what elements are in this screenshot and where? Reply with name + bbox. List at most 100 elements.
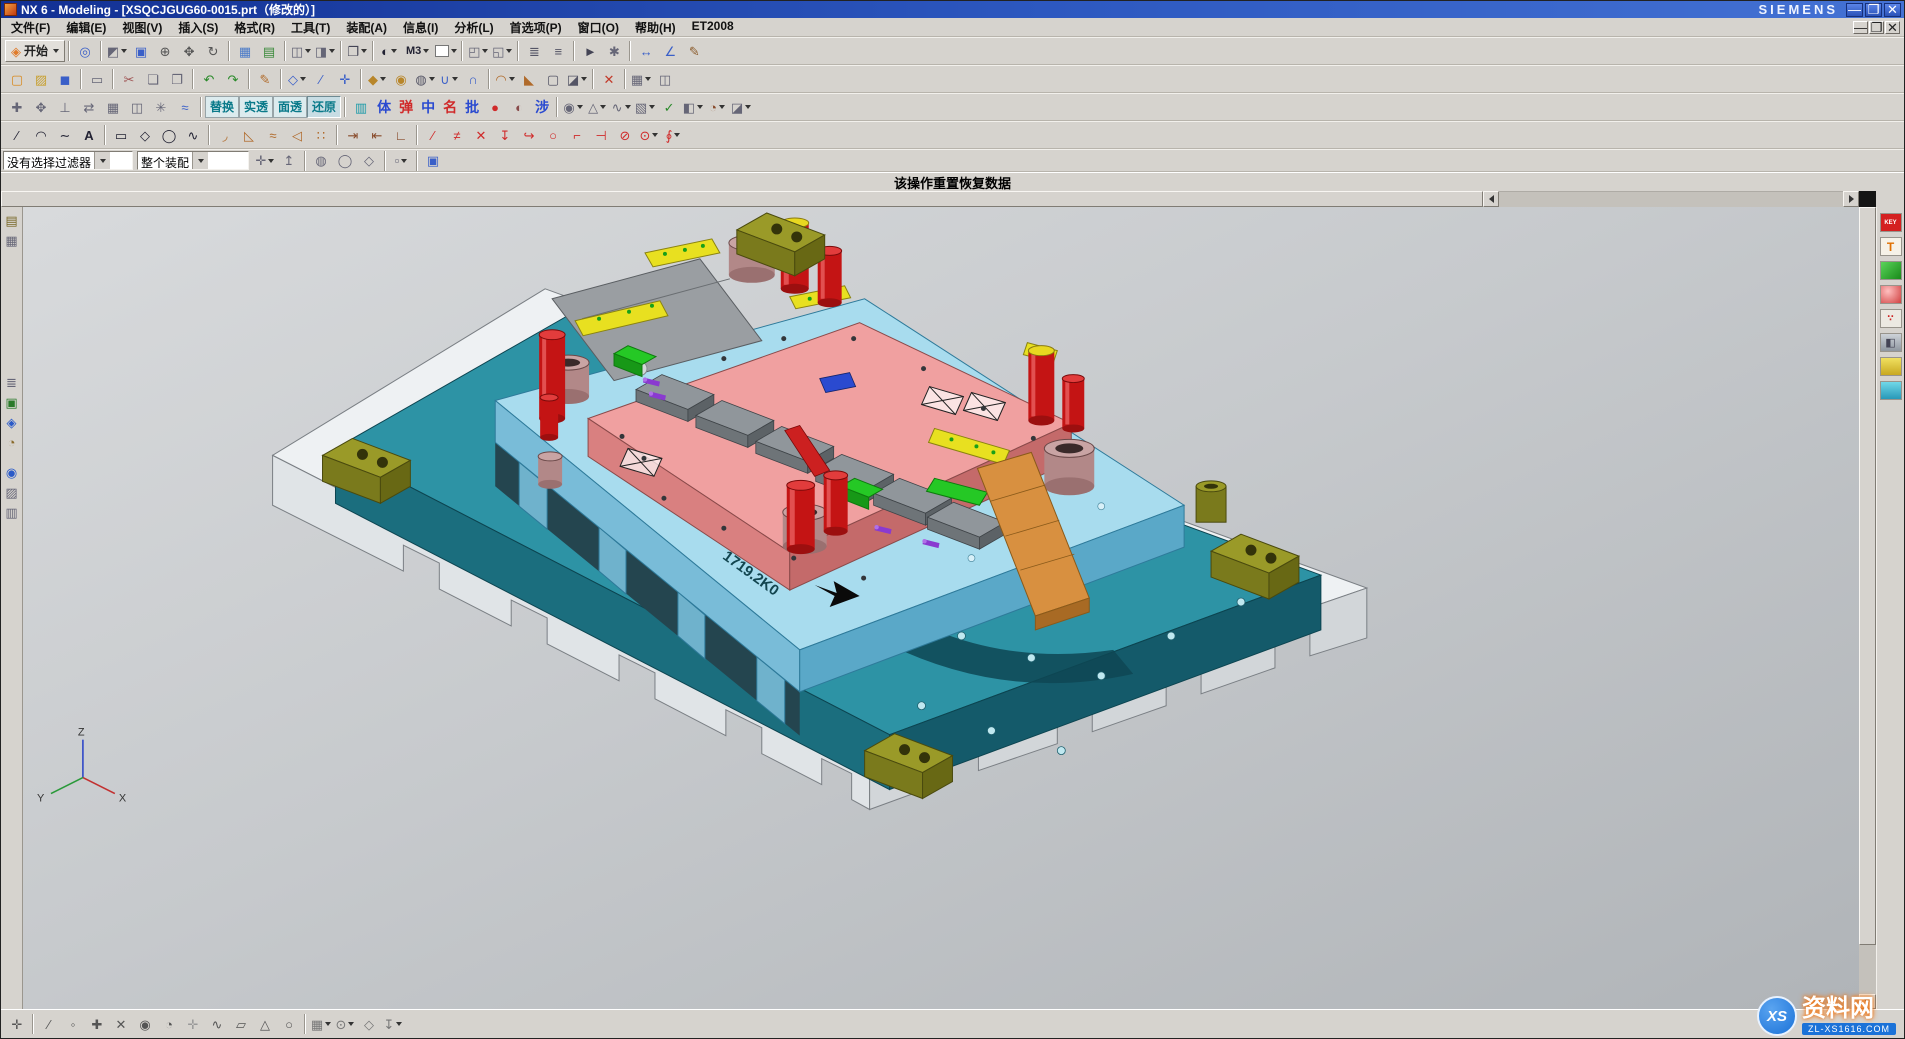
- web-browser-tab-icon[interactable]: ◉: [3, 463, 21, 481]
- chevron-down-icon[interactable]: [652, 133, 658, 137]
- sketch-icon[interactable]: ✎: [253, 68, 277, 90]
- hd3d-tool-icon[interactable]: ◪: [729, 96, 753, 118]
- mirror-feature-icon[interactable]: ◫: [653, 68, 677, 90]
- chevron-down-icon[interactable]: [121, 49, 127, 53]
- existing-point-icon[interactable]: ✛: [181, 1012, 205, 1036]
- print-icon[interactable]: ▭: [85, 68, 109, 90]
- measure-angle-icon[interactable]: ∠: [658, 40, 682, 62]
- shell-icon[interactable]: ▢: [541, 68, 565, 90]
- mirror-curve-icon[interactable]: ◁: [285, 124, 309, 146]
- bounded-plane-icon[interactable]: △: [253, 1012, 277, 1036]
- paste-icon[interactable]: ❐: [165, 68, 189, 90]
- close-button[interactable]: ✕: [1884, 3, 1901, 17]
- combined-projection-icon[interactable]: ⌐: [565, 124, 589, 146]
- rectangle-select-dropdown[interactable]: ▫: [389, 150, 413, 172]
- command-finder-icon[interactable]: ◎: [73, 40, 97, 62]
- track-point-icon[interactable]: ⊙: [333, 1012, 357, 1036]
- chevron-down-icon[interactable]: [401, 159, 407, 163]
- chevron-down-icon[interactable]: [482, 49, 488, 53]
- quick-trim-icon[interactable]: ⇥: [341, 124, 365, 146]
- chevron-down-icon[interactable]: [600, 105, 606, 109]
- maximize-button[interactable]: ❐: [1865, 3, 1882, 17]
- solid-transparent-button[interactable]: 实透: [239, 96, 273, 118]
- chevron-down-icon[interactable]: [380, 77, 386, 81]
- show-hide-icon[interactable]: ◰: [466, 40, 490, 62]
- text-note-icon[interactable]: T: [1880, 237, 1902, 256]
- roles-tab-icon[interactable]: ▥: [3, 503, 21, 521]
- tangent-point-icon[interactable]: ○: [277, 1012, 301, 1036]
- measure-distance-icon[interactable]: ↔: [634, 40, 658, 62]
- key-icon[interactable]: KEY: [1880, 213, 1902, 232]
- isolate-display-icon[interactable]: ▥: [349, 96, 373, 118]
- window-menu[interactable]: 窗口(O): [570, 17, 627, 38]
- datum-csys-icon[interactable]: ✛: [333, 68, 357, 90]
- chevron-down-icon[interactable]: [396, 1022, 402, 1026]
- chevron-down-icon[interactable]: [509, 77, 515, 81]
- point-on-surface-icon[interactable]: ▱: [229, 1012, 253, 1036]
- file-menu[interactable]: 文件(F): [3, 17, 58, 38]
- assembly-scope-combo[interactable]: 整个装配: [137, 151, 249, 170]
- child-close-button[interactable]: ✕: [1885, 21, 1900, 34]
- revolve-icon[interactable]: ◉: [389, 68, 413, 90]
- red-ball-icon[interactable]: ●: [483, 96, 507, 118]
- background-color-dropdown[interactable]: ▭: [434, 40, 458, 62]
- ellipse-icon[interactable]: ◯: [157, 124, 181, 146]
- assemblies-menu[interactable]: 装配(A): [338, 17, 395, 38]
- copy-icon[interactable]: ❏: [141, 68, 165, 90]
- helix-icon[interactable]: ∮: [661, 124, 685, 146]
- spreadsheet-icon[interactable]: ▤: [257, 40, 281, 62]
- assembly-navigator-tab-icon[interactable]: ▤: [3, 211, 21, 229]
- rotate-view-icon[interactable]: ↻: [201, 40, 225, 62]
- highlight-related-icon[interactable]: ◍: [309, 150, 333, 172]
- offset-curve-icon[interactable]: ≈: [261, 124, 285, 146]
- chevron-down-icon[interactable]: [423, 49, 429, 53]
- chevron-down-icon[interactable]: [625, 105, 631, 109]
- fit-view-icon[interactable]: ▣: [129, 40, 153, 62]
- chevron-down-icon[interactable]: [719, 105, 725, 109]
- frustum-select-icon[interactable]: ◇: [357, 150, 381, 172]
- pattern-curve-icon[interactable]: ∷: [309, 124, 333, 146]
- chevron-down-icon[interactable]: [53, 49, 59, 53]
- polygon-icon[interactable]: ◇: [133, 124, 157, 146]
- analysis-menu[interactable]: 分析(L): [446, 17, 501, 38]
- chevron-down-icon[interactable]: [268, 159, 274, 163]
- workplane-icon[interactable]: ◇: [357, 1012, 381, 1036]
- unite-icon[interactable]: ∪: [437, 68, 461, 90]
- select-top-assembly-icon[interactable]: ↥: [277, 150, 301, 172]
- chevron-down-icon[interactable]: [305, 49, 311, 53]
- materials-tab-icon[interactable]: ▨: [3, 483, 21, 501]
- part-navigator-tab-icon[interactable]: ≣: [3, 373, 21, 391]
- chamfer-sketch-icon[interactable]: ◺: [237, 124, 261, 146]
- fillet-icon[interactable]: ◞: [213, 124, 237, 146]
- chevron-down-icon[interactable]: [300, 77, 306, 81]
- spline-icon[interactable]: ∼: [53, 124, 77, 146]
- subtract-icon[interactable]: ∩: [461, 68, 485, 90]
- point-on-curve-icon[interactable]: ∿: [205, 1012, 229, 1036]
- trim-body-icon[interactable]: ◪: [565, 68, 589, 90]
- cube-icon[interactable]: ◧: [1880, 333, 1902, 352]
- extrude-icon[interactable]: ◆: [365, 68, 389, 90]
- assembly-clearance-icon[interactable]: ◔: [705, 96, 729, 118]
- graphics-window[interactable]: 1719.2K0 Z X Y: [23, 207, 1859, 1009]
- information-menu[interactable]: 信息(I): [395, 17, 446, 38]
- pattern-component-icon[interactable]: ▦: [101, 96, 125, 118]
- history-tab-icon[interactable]: ◔: [3, 433, 21, 451]
- assembly-constraints-icon[interactable]: ⊥: [53, 96, 77, 118]
- edit-menu[interactable]: 编辑(E): [58, 17, 114, 38]
- layer-settings-icon[interactable]: ≡: [546, 40, 570, 62]
- visible-layers-icon[interactable]: ≣: [522, 40, 546, 62]
- chevron-down-icon[interactable]: [581, 77, 587, 81]
- chevron-down-icon[interactable]: [391, 49, 397, 53]
- chamfer-icon[interactable]: ◣: [517, 68, 541, 90]
- move-component-icon[interactable]: ✥: [29, 96, 53, 118]
- shaded-view-icon[interactable]: ◐: [377, 40, 401, 62]
- arc-center-icon[interactable]: ◉: [133, 1012, 157, 1036]
- molecule-icon[interactable]: ∵: [1880, 309, 1902, 328]
- undo-icon[interactable]: ↶: [197, 68, 221, 90]
- pink-sphere-icon[interactable]: [1880, 285, 1902, 304]
- scrollbar-resize-grip[interactable]: [1859, 191, 1876, 207]
- vertical-scrollbar-track[interactable]: [1859, 945, 1876, 994]
- vertical-scrollbar[interactable]: [1859, 207, 1876, 1009]
- chevron-down-icon[interactable]: [192, 152, 208, 169]
- profile-line-icon[interactable]: ∕: [5, 124, 29, 146]
